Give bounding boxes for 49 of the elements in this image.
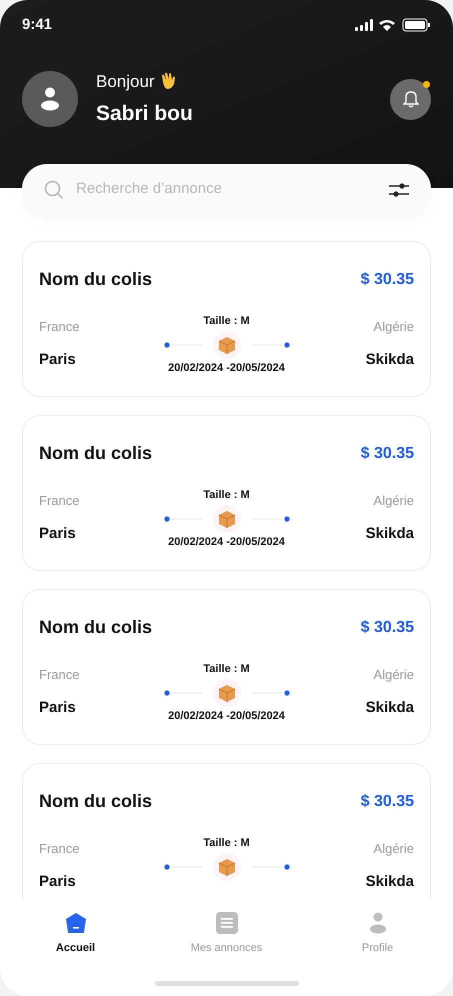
destination-city: Skikda [366, 872, 414, 892]
origin-city: Paris [39, 698, 77, 718]
parcel-price: $ 30.35 [360, 444, 414, 464]
nav-tab[interactable]: Accueil [16, 912, 136, 956]
filter-icon[interactable] [389, 182, 409, 198]
search-bar[interactable]: Recherche d’annonce [22, 164, 431, 215]
user-name: Sabri bou [96, 101, 193, 127]
person-icon [370, 912, 386, 934]
search-input[interactable]: Recherche d’annonce [76, 178, 377, 201]
notification-button[interactable] [390, 78, 431, 120]
origin-country: France [39, 492, 80, 510]
status-time: 9:41 [22, 15, 52, 35]
parcel-card[interactable]: Nom du colis $ 30.35 France Paris Taille : M 20/02/2024 -20/05/2024 Algérie Skikda [22, 241, 431, 397]
origin-city: Paris [39, 524, 77, 544]
date-range: 20/02/2024 -20/05/2024 [168, 360, 285, 376]
greeting: Bonjour [96, 70, 155, 92]
parcel-size: Taille : M [203, 836, 250, 851]
parcel-card[interactable]: Nom du colis $ 30.35 France Paris Taille : M 20/02/2024 -20/05/2024 Algérie Skikda [22, 415, 431, 571]
parcel-name: Nom du colis [39, 268, 152, 291]
date-range: 20/02/2024 -20/05/2024 [168, 708, 285, 724]
origin-city: Paris [39, 872, 77, 892]
destination-country: Algérie [374, 318, 414, 336]
person-icon [41, 87, 59, 111]
destination-country: Algérie [374, 492, 414, 510]
destination-country: Algérie [374, 666, 414, 684]
parcel-price: $ 30.35 [360, 270, 414, 290]
home-icon [64, 912, 86, 934]
origin-country: France [39, 666, 80, 684]
parcel-card[interactable]: Nom du colis $ 30.35 France Paris Taille : M 20/02/2024 -20/05/2024 Algérie Skikda [22, 589, 431, 745]
destination-country: Algérie [374, 840, 414, 858]
parcel-price: $ 30.35 [360, 618, 414, 638]
search-icon [44, 180, 64, 200]
parcel-size: Taille : M [203, 662, 250, 677]
parcel-name: Nom du colis [39, 442, 152, 465]
origin-city: Paris [39, 350, 77, 370]
parcel-name: Nom du colis [39, 616, 152, 639]
parcel-card[interactable]: Nom du colis $ 30.35 France Paris Taille : M Algérie Skikda [22, 763, 431, 900]
origin-country: France [39, 840, 80, 858]
destination-city: Skikda [366, 698, 414, 718]
bell-icon [402, 90, 418, 108]
parcel-price: $ 30.35 [360, 792, 414, 812]
destination-city: Skikda [366, 524, 414, 544]
parcel-name: Nom du colis [39, 790, 152, 813]
destination-city: Skikda [366, 350, 414, 370]
parcel-size: Taille : M [203, 314, 250, 329]
list-icon [216, 912, 238, 934]
parcel-size: Taille : M [203, 488, 250, 503]
date-range: 20/02/2024 -20/05/2024 [168, 534, 285, 550]
origin-country: France [39, 318, 80, 336]
